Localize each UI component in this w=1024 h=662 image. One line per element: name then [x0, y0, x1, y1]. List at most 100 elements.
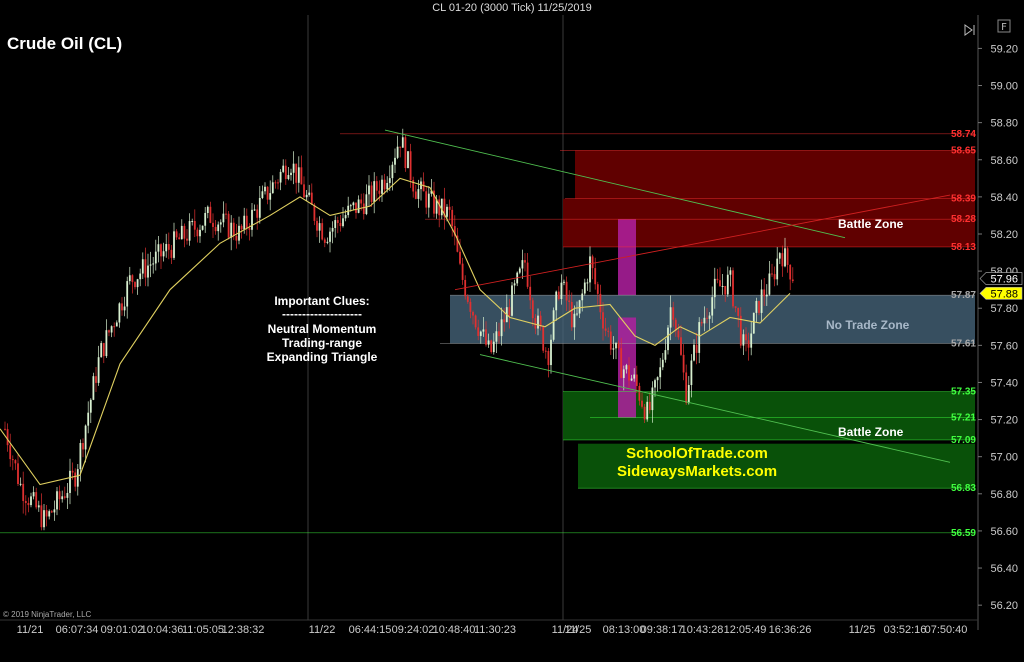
- candle-2: [9, 433, 12, 467]
- candle-94: [248, 223, 251, 241]
- candle-body: [97, 357, 100, 383]
- x-tick-label-8: 09:24:02: [392, 624, 435, 636]
- candle-body: [35, 492, 38, 508]
- candle-199: [521, 249, 524, 279]
- candle-body: [500, 319, 503, 337]
- time-axis[interactable]: 11/21 06:07:34 09:01:0210:04:3611:05:0512:…: [17, 624, 968, 636]
- candle-body: [646, 401, 649, 420]
- candle-body: [388, 178, 391, 183]
- x-tick-label-7: 06:44:15: [349, 624, 392, 636]
- candle-body: [698, 322, 701, 353]
- copyright-notice: © 2019 NinjaTrader, LLC: [3, 610, 92, 619]
- candle-body: [786, 248, 789, 265]
- candle-body: [282, 165, 285, 172]
- candle-body: [680, 337, 682, 355]
- candle-276: [721, 273, 724, 295]
- candle-body: [375, 181, 378, 191]
- no-trade-zone-label: No Trade Zone: [826, 318, 910, 332]
- candle-body: [251, 209, 253, 230]
- candle-18: [50, 510, 53, 514]
- fullscreen-button[interactable]: F: [997, 19, 1011, 33]
- candle-body: [721, 286, 724, 288]
- candle-4: [14, 459, 17, 470]
- candle-body: [84, 425, 87, 450]
- candle-body: [300, 167, 303, 185]
- candle-body: [61, 496, 64, 500]
- candle-130: [342, 207, 344, 228]
- candle-body: [661, 359, 664, 368]
- ma-price-marker-label: 57.88: [990, 288, 1018, 300]
- clues-annotation: Important Clues: -------------------- Ne…: [267, 294, 378, 364]
- candle-77: [204, 207, 207, 233]
- candle-body: [440, 198, 443, 216]
- x-tick-label-16: 12:05:49: [724, 624, 767, 636]
- candle-body: [607, 330, 610, 332]
- candle-67: [178, 233, 181, 240]
- candle-body: [274, 182, 277, 184]
- candle-body: [555, 291, 558, 311]
- candle-body: [498, 331, 500, 337]
- candle-body: [576, 313, 578, 315]
- candle-body: [407, 151, 409, 169]
- candle-body: [724, 286, 727, 295]
- candle-124: [326, 237, 329, 245]
- candle-body: [565, 281, 568, 301]
- candle-body: [19, 483, 22, 485]
- candle-126: [331, 221, 334, 244]
- candle-body: [739, 315, 742, 346]
- candle-34: [92, 372, 95, 401]
- candle-body: [617, 342, 620, 349]
- candle-body: [511, 285, 513, 316]
- current-price-marker-label: 57.96: [990, 274, 1018, 286]
- candle-115: [303, 176, 305, 198]
- candle-body: [22, 483, 25, 501]
- candle-body: [217, 224, 220, 232]
- candle-body: [209, 206, 212, 223]
- candle-47: [126, 276, 129, 319]
- candle-body: [386, 182, 389, 190]
- candle-body: [459, 251, 461, 264]
- candle-78: [206, 205, 209, 219]
- candle-body: [329, 231, 331, 242]
- price-level-label-1: 58.65: [951, 145, 976, 156]
- price-axis[interactable]: 59.2059.0058.8058.6058.4058.2058.0057.80…: [978, 43, 1023, 612]
- candle-154: [404, 134, 407, 172]
- candle-body: [492, 341, 495, 353]
- candle-body: [635, 374, 638, 386]
- play-bar-icon[interactable]: [964, 24, 975, 36]
- candle-body: [126, 281, 129, 307]
- candle-body: [180, 225, 183, 240]
- candle-body: [438, 199, 441, 216]
- candle-body: [747, 340, 750, 348]
- x-tick-label-12: 11/25: [565, 624, 592, 636]
- candle-123: [323, 237, 326, 248]
- price-chart[interactable]: 58.74 58.65 58.39 58.28 58.13 57.87 57.61 57.35…: [0, 0, 1024, 662]
- candle-55: [147, 253, 149, 287]
- candle-90: [238, 216, 240, 245]
- candle-body: [331, 227, 334, 232]
- candle-255: [667, 325, 669, 355]
- candle-41: [110, 325, 113, 338]
- candle-61: [162, 242, 165, 262]
- price-level-label-9: 57.09: [951, 435, 976, 446]
- candle-body: [266, 186, 269, 200]
- candle-body: [568, 300, 571, 302]
- candle-50: [134, 281, 136, 290]
- candle-235: [615, 342, 617, 360]
- candle-body: [778, 253, 781, 259]
- candle-288: [752, 312, 755, 334]
- candle-body: [513, 283, 516, 286]
- candle-body: [87, 412, 90, 426]
- candle-139: [365, 184, 368, 216]
- candle-body: [58, 491, 61, 500]
- price-level-label-10: 56.83: [951, 483, 976, 494]
- candle-body: [175, 231, 178, 238]
- candle-body: [334, 220, 337, 228]
- candle-body: [69, 470, 71, 493]
- candle-body: [258, 197, 261, 218]
- candle-176: [461, 257, 464, 285]
- candle-17: [48, 509, 51, 520]
- candle-body: [466, 296, 469, 302]
- candle-body: [682, 354, 685, 373]
- candle-body: [264, 186, 266, 192]
